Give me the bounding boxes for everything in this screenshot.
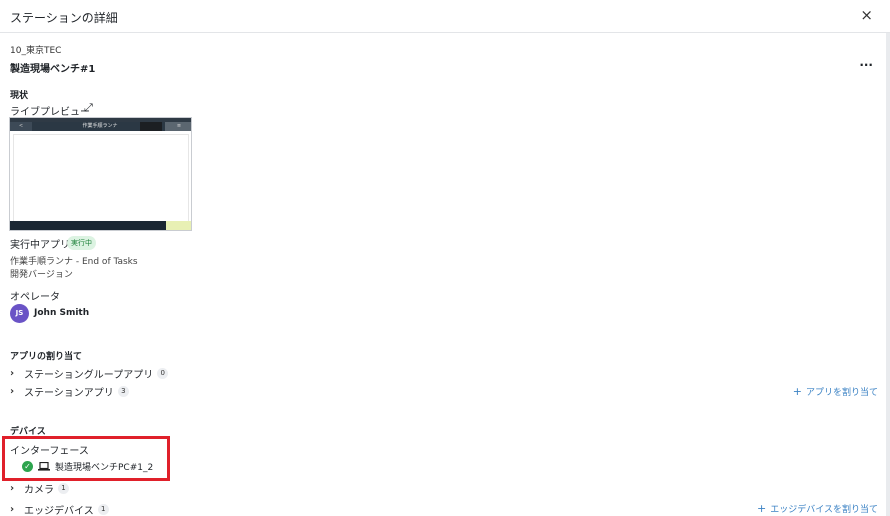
preview-footer-accent <box>166 221 191 230</box>
camera-label: カメラ <box>24 484 54 496</box>
station-group-apps-row[interactable]: › ステーショングループアプリ 0 <box>10 366 169 381</box>
edge-devices-row[interactable]: › エッジデバイス 1 <box>10 502 109 516</box>
camera-row[interactable]: › カメラ 1 <box>10 481 69 496</box>
live-preview-thumbnail[interactable]: < 作業手順ランナ ≡ <box>9 117 192 231</box>
avatar: JS <box>10 304 29 323</box>
panel-header: ステーションの詳細 × <box>0 0 890 33</box>
chevron-right-icon[interactable]: › <box>10 504 24 515</box>
assign-app-label: アプリを割り当て <box>805 388 878 398</box>
plus-icon: + <box>757 502 767 515</box>
assign-edge-device-label: エッジデバイスを割り当て <box>770 505 878 515</box>
station-group-apps-label: ステーショングループアプリ <box>24 369 154 381</box>
chevron-right-icon[interactable]: › <box>10 483 24 494</box>
preview-block <box>140 122 162 131</box>
count-badge: 1 <box>97 503 109 515</box>
preview-back-icon: < <box>10 122 32 131</box>
more-options-icon[interactable]: ··· <box>859 58 873 72</box>
station-apps-row[interactable]: › ステーションアプリ 3 <box>10 384 129 399</box>
assign-edge-device-button[interactable]: + エッジデバイスを割り当て <box>757 502 878 515</box>
count-badge: 1 <box>58 482 69 494</box>
app-assignment-heading: アプリの割り当て <box>10 352 83 362</box>
chevron-right-icon[interactable]: › <box>10 368 24 379</box>
site-name: 10_東京TEC <box>10 46 62 56</box>
running-app-name: 作業手順ランナ - End of Tasks <box>10 257 138 267</box>
expand-icon[interactable]: ⤢ <box>84 101 93 115</box>
count-badge: 0 <box>157 367 169 379</box>
preview-footer <box>10 221 166 230</box>
station-name: 製造現場ベンチ#1 <box>10 64 96 75</box>
preview-content <box>13 134 189 222</box>
panel-title: ステーションの詳細 <box>10 11 118 25</box>
live-preview-label: ライブプレビュー <box>10 107 90 118</box>
assign-app-button[interactable]: + アプリを割り当て <box>793 385 878 398</box>
preview-title: 作業手順ランナ <box>82 123 118 129</box>
scrollbar[interactable] <box>886 33 890 516</box>
operator-label: オペレータ <box>10 292 60 303</box>
chevron-right-icon[interactable]: › <box>10 386 24 397</box>
close-icon[interactable]: × <box>860 7 873 23</box>
running-app-version: 開発バージョン <box>10 270 73 280</box>
status-heading: 現状 <box>10 91 29 101</box>
plus-icon: + <box>792 385 802 398</box>
count-badge: 3 <box>117 385 129 397</box>
preview-menu-icon: ≡ <box>165 122 191 131</box>
preview-toolbar: < 作業手順ランナ ≡ <box>10 122 191 131</box>
highlight-box <box>2 436 170 481</box>
running-app-label: 実行中アプリ <box>10 240 70 251</box>
operator-name: John Smith <box>34 308 90 318</box>
running-status-badge: 実行中 <box>67 236 96 250</box>
edge-devices-label: エッジデバイス <box>24 505 94 516</box>
station-apps-label: ステーションアプリ <box>24 387 114 399</box>
